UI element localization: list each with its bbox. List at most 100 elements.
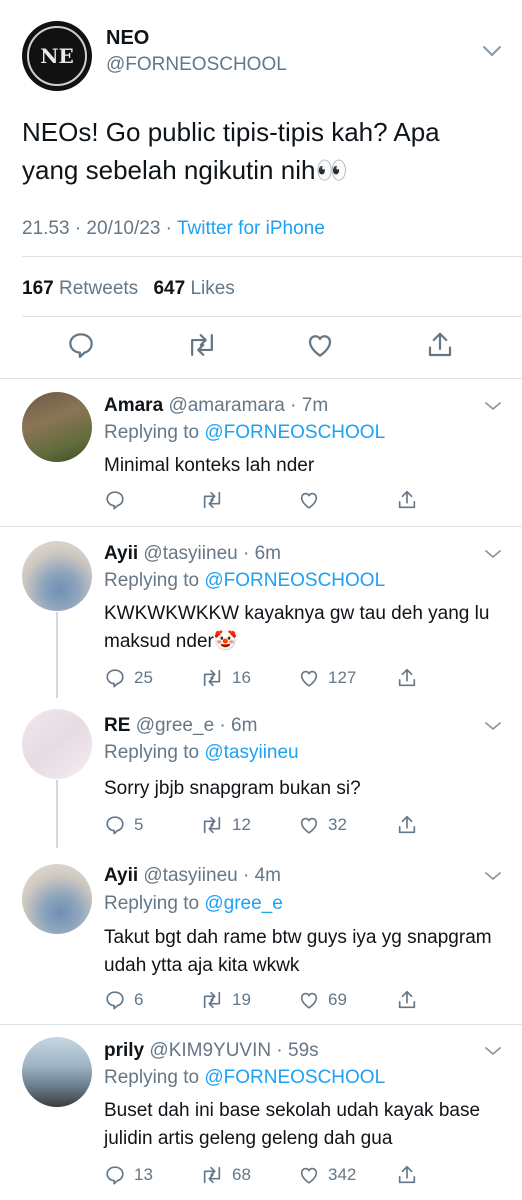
retweet-button[interactable]: [200, 489, 232, 511]
share-icon: [398, 990, 416, 1009]
reply-author-handle[interactable]: @gree_e: [136, 715, 214, 736]
avatar[interactable]: [22, 541, 92, 611]
replying-to-label: Replying to: [104, 1067, 200, 1088]
reply-icon[interactable]: [66, 330, 96, 365]
share-button[interactable]: [396, 489, 418, 511]
reply-icon: [106, 816, 124, 835]
retweet-button[interactable]: 16: [200, 667, 251, 689]
chevron-down-icon[interactable]: [484, 721, 502, 731]
reply-button[interactable]: 6: [104, 989, 143, 1011]
avatar[interactable]: [22, 709, 92, 779]
reply-tweet[interactable]: Ayii @tasyiineu · 6m Replying to @FORNEO…: [0, 527, 522, 697]
avatar[interactable]: [22, 864, 92, 934]
reply-text: KWKWKWKKW kayaknya gw tau deh yang lu ma…: [104, 603, 490, 652]
avatar[interactable]: [22, 1037, 92, 1107]
replying-to-mention[interactable]: @gree_e: [204, 893, 282, 914]
reply-author-handle[interactable]: @KIM9YUVIN: [149, 1040, 271, 1061]
reply-actions: 5 12 32: [104, 814, 514, 838]
avatar[interactable]: NE: [22, 21, 92, 91]
like-button[interactable]: 32: [298, 814, 347, 836]
like-button[interactable]: [298, 489, 328, 511]
reply-count: 13: [134, 1165, 153, 1184]
avatar[interactable]: [22, 392, 92, 462]
reply-author-name[interactable]: RE: [104, 715, 130, 736]
share-icon[interactable]: [425, 330, 455, 365]
retweet-button[interactable]: 12: [200, 814, 251, 836]
like-icon: [300, 992, 318, 1009]
reply-tweet[interactable]: RE @gree_e · 6m Replying to @tasyiineu S…: [0, 697, 522, 847]
reply-text: Sorry jbjb snapgram bukan si?: [104, 778, 361, 799]
thread-line: [56, 612, 58, 698]
reply-author-name[interactable]: Ayii: [104, 865, 138, 886]
share-button[interactable]: [396, 814, 418, 836]
tweet-timestamp: 21.53 · 20/10/23 ·: [22, 218, 177, 239]
like-button[interactable]: 69: [298, 989, 347, 1011]
retweet-count: 12: [232, 815, 251, 834]
retweet-icon: [203, 669, 221, 687]
reply-author-handle[interactable]: @tasyiineu: [143, 865, 237, 886]
like-icon: [300, 1167, 318, 1184]
retweet-count: 19: [232, 990, 251, 1009]
reply-icon: [106, 991, 124, 1010]
divider: [22, 256, 522, 257]
like-button[interactable]: 342: [298, 1164, 356, 1186]
reply-tweet[interactable]: Ayii @tasyiineu · 4m Replying to @gree_e…: [0, 847, 522, 1023]
reply-button[interactable]: 5: [104, 814, 143, 836]
reply-timestamp: · 4m: [242, 865, 281, 886]
divider: [22, 316, 522, 317]
chevron-down-icon[interactable]: [484, 1046, 502, 1056]
likes-label[interactable]: Likes: [190, 278, 234, 299]
share-button[interactable]: [396, 1164, 418, 1186]
like-icon: [300, 670, 318, 687]
reply-author-name[interactable]: Amara: [104, 395, 163, 416]
like-icon: [300, 492, 318, 509]
chevron-down-icon[interactable]: [484, 549, 502, 559]
reply-icon: [106, 491, 124, 510]
author-handle[interactable]: @FORNEOSCHOOL: [106, 54, 287, 76]
retweet-count: 68: [232, 1165, 251, 1184]
reply-timestamp: · 7m: [290, 395, 329, 416]
reply-count: 5: [134, 815, 144, 834]
replying-to-label: Replying to: [104, 570, 200, 591]
chevron-down-icon[interactable]: [484, 871, 502, 881]
share-button[interactable]: [396, 667, 418, 689]
reply-count: 6: [134, 990, 144, 1009]
reply-tweet[interactable]: Amara @amaramara · 7m Replying to @FORNE…: [0, 379, 522, 525]
tweet-source-link[interactable]: Twitter for iPhone: [177, 218, 325, 239]
replying-to-mention[interactable]: @FORNEOSCHOOL: [204, 422, 385, 443]
chevron-down-icon[interactable]: [482, 45, 502, 57]
retweet-icon: [203, 1166, 221, 1184]
reply-timestamp: · 59s: [276, 1040, 319, 1061]
author-name[interactable]: NEO: [106, 27, 149, 50]
share-icon: [398, 1165, 416, 1184]
share-button[interactable]: [396, 989, 418, 1011]
main-tweet: NE NEO @FORNEOSCHOOL NEOs! Go public tip…: [0, 0, 522, 378]
reply-author-name[interactable]: prily: [104, 1040, 144, 1061]
replying-to-mention[interactable]: @tasyiineu: [204, 742, 298, 763]
retweet-icon: [203, 991, 221, 1009]
replying-to-label: Replying to: [104, 742, 200, 763]
like-icon[interactable]: [305, 330, 335, 365]
replying-to-label: Replying to: [104, 893, 200, 914]
reply-button[interactable]: 25: [104, 667, 153, 689]
reply-tweet[interactable]: prily @KIM9YUVIN · 59s Replying to @FORN…: [0, 1025, 522, 1200]
reply-icon: [106, 669, 124, 688]
retweet-icon: [203, 491, 221, 509]
retweets-count[interactable]: 167: [22, 278, 54, 299]
retweets-label[interactable]: Retweets: [59, 278, 138, 299]
reply-author-name[interactable]: Ayii: [104, 543, 138, 564]
tweet-stats: 167 Retweets 647 Likes: [22, 278, 235, 300]
replying-to-mention[interactable]: @FORNEOSCHOOL: [204, 570, 385, 591]
likes-count[interactable]: 647: [153, 278, 185, 299]
retweet-button[interactable]: 68: [200, 1164, 251, 1186]
replying-to-mention[interactable]: @FORNEOSCHOOL: [204, 1067, 385, 1088]
retweet-button[interactable]: 19: [200, 989, 251, 1011]
reply-button[interactable]: [104, 489, 134, 511]
like-button[interactable]: 127: [298, 667, 356, 689]
chevron-down-icon[interactable]: [484, 401, 502, 411]
retweet-icon[interactable]: [186, 330, 218, 365]
reply-author-handle[interactable]: @tasyiineu: [143, 543, 237, 564]
reply-author-handle[interactable]: @amaramara: [168, 395, 284, 416]
reply-button[interactable]: 13: [104, 1164, 153, 1186]
share-icon: [398, 815, 416, 834]
